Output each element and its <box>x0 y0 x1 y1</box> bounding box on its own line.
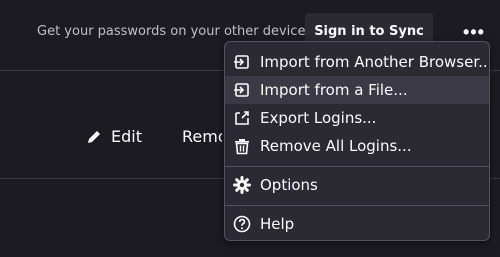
import-icon <box>234 55 249 69</box>
gear-icon <box>233 176 251 194</box>
options-menu: Import from Another Browser... Import fr… <box>224 41 490 241</box>
menu-item-label: Import from a File... <box>260 81 408 99</box>
menu-item-label: Help <box>260 215 295 233</box>
export-icon <box>235 111 249 125</box>
menu-item-remove-all-logins[interactable]: Remove All Logins... <box>225 132 489 160</box>
edit-button[interactable]: Edit <box>85 127 142 146</box>
menu-item-import-file[interactable]: Import from a File... <box>225 76 489 104</box>
menu-item-label: Import from Another Browser... <box>260 53 490 71</box>
trash-icon <box>235 139 249 155</box>
help-icon <box>233 215 251 233</box>
menu-item-label: Export Logins... <box>260 109 377 127</box>
menu-item-export-logins[interactable]: Export Logins... <box>225 104 489 132</box>
pencil-icon <box>88 130 100 143</box>
menu-item-label: Options <box>260 176 318 194</box>
menu-separator <box>225 205 489 206</box>
menu-separator <box>225 166 489 167</box>
import-icon <box>234 83 249 97</box>
menu-item-help[interactable]: Help <box>225 210 489 238</box>
menu-item-options[interactable]: Options <box>225 171 489 199</box>
menu-item-label: Remove All Logins... <box>260 137 412 155</box>
edit-label: Edit <box>111 127 142 146</box>
remove-label: Remove <box>182 127 222 146</box>
menu-item-import-browser[interactable]: Import from Another Browser... <box>225 48 489 76</box>
remove-button[interactable]: Remove <box>174 127 222 146</box>
sync-prompt-text: Get your passwords on your other devices <box>37 24 313 39</box>
